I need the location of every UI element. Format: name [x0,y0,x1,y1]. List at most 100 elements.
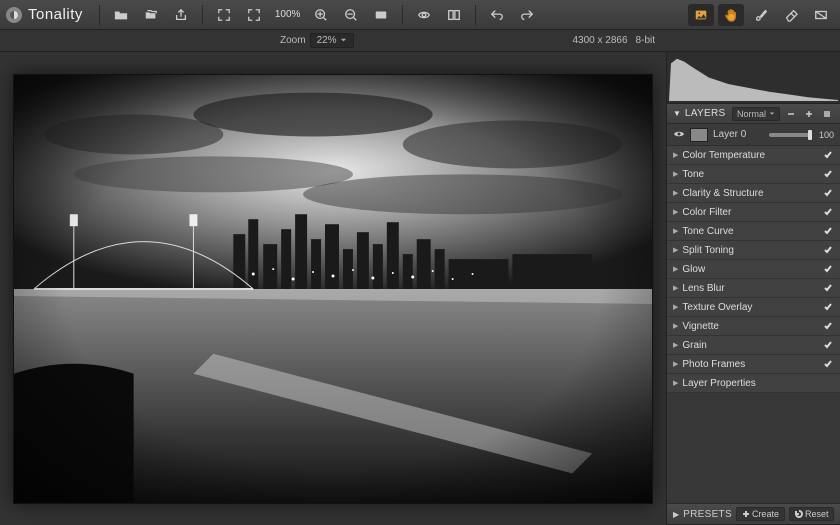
chevron-right-icon: ▶ [673,322,678,330]
navigator-button[interactable] [368,4,394,26]
adjustment-row[interactable]: ▶ Layer Properties [667,374,840,393]
adjustment-checkbox[interactable] [822,339,834,351]
adjustment-checkbox[interactable] [822,225,834,237]
create-preset-button[interactable]: Create [736,507,785,521]
adjustment-row[interactable]: ▶ Grain [667,336,840,355]
adjustment-checkbox[interactable] [822,377,834,389]
layer-options-button[interactable] [820,107,834,121]
redo-button[interactable] [514,4,540,26]
adjustment-row[interactable]: ▶ Vignette [667,317,840,336]
adjustment-label: Photo Frames [682,359,818,370]
layer-visibility-toggle[interactable] [673,129,685,141]
adjustments-list: ▶ Color Temperature ▶ Tone ▶ Clarity & Struct… [667,146,840,393]
reset-preset-button[interactable]: Reset [789,507,835,521]
layers-title: LAYERS [685,108,728,119]
adjustment-checkbox[interactable] [822,282,834,294]
bit-depth: 8-bit [636,35,655,46]
delete-layer-button[interactable] [784,107,798,121]
layer-opacity-slider[interactable] [769,133,809,137]
brand-logo-icon [6,7,22,23]
adjustment-checkbox[interactable] [822,301,834,313]
undo-button[interactable] [484,4,510,26]
zoom-label: Zoom [280,35,306,46]
compare-button[interactable] [441,4,467,26]
chevron-right-icon: ▶ [673,265,678,273]
adjustment-label: Color Temperature [682,150,818,161]
adjustment-label: Tone Curve [682,226,818,237]
adjustment-label: Grain [682,340,818,351]
adjustment-row[interactable]: ▶ Color Temperature [667,146,840,165]
zoom-out-button[interactable] [338,4,364,26]
chevron-right-icon: ▶ [673,170,678,178]
adjustment-checkbox[interactable] [822,168,834,180]
adjustment-checkbox[interactable] [822,358,834,370]
adjustment-row[interactable]: ▶ Tone [667,165,840,184]
main-toolbar: Tonality 100% [0,0,840,30]
chevron-right-icon: ▶ [673,246,678,254]
eraser-tool-button[interactable] [778,4,804,26]
adjustment-checkbox[interactable] [822,187,834,199]
chevron-right-icon: ▶ [673,379,678,387]
histogram[interactable] [667,52,840,104]
brand-name: Tonality [28,6,83,23]
right-panel: ▼ LAYERS Normal Layer 0 100 ▶Color [666,52,840,525]
adjustment-row[interactable]: ▶Color Filter [667,203,840,222]
chevron-right-icon: ▶ [673,303,678,311]
adjustment-label: Texture Overlay [682,302,818,313]
chevron-right-icon: ▶ [673,360,678,368]
adjustment-row[interactable]: ▶ Clarity & Structure [667,184,840,203]
blend-mode-select[interactable]: Normal [732,107,780,121]
adjustment-checkbox[interactable] [822,206,834,218]
adjustment-label: Clarity & Structure [682,188,818,199]
adjustment-checkbox[interactable] [822,263,834,275]
adjustment-row[interactable]: ▶ Tone Curve [667,222,840,241]
adjustment-row[interactable]: ▶ Texture Overlay [667,298,840,317]
fit-screen-button[interactable] [211,4,237,26]
image-canvas[interactable] [13,74,653,504]
actual-size-button[interactable] [241,4,267,26]
zoom-in-button[interactable] [308,4,334,26]
zoom-100-button[interactable]: 100% [271,4,305,26]
layer-thumbnail [690,128,708,142]
presets-title: PRESETS [683,509,732,520]
hand-tool-button[interactable] [718,4,744,26]
brand: Tonality [6,6,83,23]
brush-tool-button[interactable] [748,4,774,26]
adjustment-checkbox[interactable] [822,320,834,332]
gradient-tool-button[interactable] [808,4,834,26]
adjustment-label: Lens Blur [682,283,818,294]
chevron-right-icon: ▶ [673,189,678,197]
layer-opacity-value: 100 [814,130,834,140]
adjustment-row[interactable]: ▶ Photo Frames [667,355,840,374]
image-tool-button[interactable] [688,4,714,26]
presets-header[interactable]: ▶ PRESETS Create Reset [667,503,840,525]
chevron-right-icon: ▶ [673,341,678,349]
adjustment-label: Tone [682,169,818,180]
adjustment-checkbox[interactable] [822,149,834,161]
chevron-right-icon: ▶ [673,151,678,159]
adjustment-checkbox[interactable] [822,244,834,256]
expand-icon: ▶ [673,510,679,519]
image-dimensions: 4300 x 2866 [572,35,627,46]
open-file-button[interactable] [108,4,134,26]
export-button[interactable] [168,4,194,26]
canvas-area[interactable] [0,52,666,525]
adjustment-label: Vignette [682,321,818,332]
layer-row[interactable]: Layer 0 100 [667,124,840,146]
info-bar: Zoom 22% 4300 x 2866 8-bit [0,30,840,52]
preview-toggle-button[interactable] [411,4,437,26]
batch-button[interactable] [138,4,164,26]
adjustment-label: Color Filter [682,207,818,218]
adjustment-label: Glow [682,264,818,275]
chevron-right-icon: ▶ [673,284,678,292]
chevron-right-icon: ▶ [673,227,678,235]
zoom-dropdown[interactable]: 22% [310,33,354,48]
adjustment-label: Layer Properties [682,378,818,389]
adjustment-row[interactable]: ▶ Glow [667,260,840,279]
layer-name[interactable]: Layer 0 [713,129,764,140]
adjustment-label: Split Toning [682,245,818,256]
adjustment-row[interactable]: ▶ Lens Blur [667,279,840,298]
add-layer-button[interactable] [802,107,816,121]
layers-header[interactable]: ▼ LAYERS Normal [667,104,840,124]
adjustment-row[interactable]: ▶ Split Toning [667,241,840,260]
